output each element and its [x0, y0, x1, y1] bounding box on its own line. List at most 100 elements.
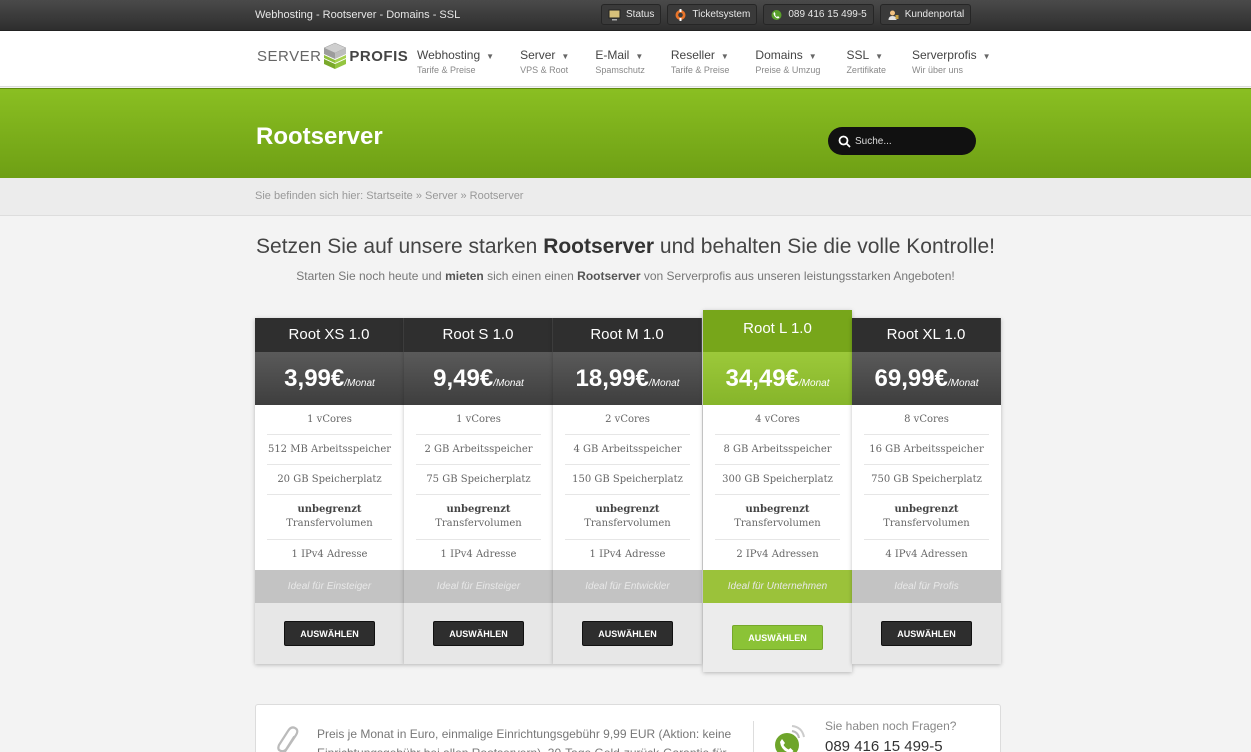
nav-item-email[interactable]: E-Mail ▼ Spamschutz	[595, 48, 645, 75]
phone-icon	[775, 725, 805, 752]
info-text: Preis je Monat in Euro, einmalige Einric…	[317, 727, 732, 752]
ticketsystem-link[interactable]: Ticketsystem	[667, 4, 758, 25]
nav-label: Server	[520, 48, 556, 62]
plan-name: Root L 1.0	[703, 310, 852, 352]
plan-name: Root S 1.0	[404, 318, 553, 352]
feature-ip: 1 IPv4 Adresse	[440, 549, 517, 560]
subline-text: Starten Sie noch heute und	[296, 269, 446, 283]
search-input[interactable]	[855, 135, 965, 147]
nav-sublabel: Zertifikate	[846, 65, 886, 75]
plan-price: 69,99€/Monat	[852, 352, 1001, 405]
caret-down-icon: ▼	[635, 52, 644, 61]
nav-item-serverprofis[interactable]: Serverprofis ▼ Wir über uns	[912, 48, 991, 75]
plan-price: 3,99€/Monat	[255, 352, 404, 405]
plan-card-root-s: Root S 1.0 9,49€/Monat 1 vCores 2 GB Arb…	[404, 318, 553, 664]
feature-ram: 512 MB Arbeitsspeicher	[267, 435, 392, 465]
plan-name: Root XL 1.0	[852, 318, 1001, 352]
headline-bold: Rootserver	[543, 235, 655, 258]
traffic-label: Transfervolumen	[734, 518, 821, 529]
breadcrumb-separator: »	[415, 190, 422, 202]
nav-item-reseller[interactable]: Reseller ▼ Tarife & Preise	[671, 48, 730, 75]
plan-tag: Ideal für Einsteiger	[255, 570, 404, 603]
traffic-bold: unbegrenzt	[297, 504, 362, 515]
caret-down-icon: ▼	[875, 52, 884, 61]
phone-link[interactable]: 089 416 15 499-5	[763, 4, 874, 25]
feature-traffic: unbegrenzt Transfervolumen	[267, 495, 392, 540]
feature-traffic: unbegrenzt Transfervolumen	[565, 495, 690, 540]
price-period: /Monat	[648, 378, 680, 389]
status-link-label: Status	[626, 9, 655, 20]
nav-label: SSL	[846, 48, 870, 62]
price-period: /Monat	[947, 378, 979, 389]
feature-traffic: unbegrenzt Transfervolumen	[715, 495, 840, 540]
caret-down-icon: ▼	[982, 52, 991, 61]
select-button[interactable]: AUSWÄHLEN	[582, 621, 673, 646]
select-button[interactable]: AUSWÄHLEN	[284, 621, 375, 646]
feature-traffic: unbegrenzt Transfervolumen	[416, 495, 541, 540]
breadcrumb-current: Rootserver	[469, 190, 524, 202]
nav-item-ssl[interactable]: SSL ▼ Zertifikate	[846, 48, 886, 75]
logo[interactable]: SERVER PROFIS	[257, 42, 408, 70]
info-phone-number[interactable]: 089 416 15 499-5	[825, 738, 943, 752]
feature-ram: 4 GB Arbeitsspeicher	[565, 435, 690, 465]
plan-tag: Ideal für Entwickler	[553, 570, 702, 603]
user-icon	[888, 10, 899, 20]
nav-label: Serverprofis	[911, 48, 977, 62]
select-button[interactable]: AUSWÄHLEN	[433, 621, 524, 646]
phone-icon	[771, 9, 782, 20]
traffic-label: Transfervolumen	[584, 518, 671, 529]
top-links: Status Ticketsystem 089 416 15 499-5 Kun…	[601, 4, 972, 25]
feature-ip: 2 IPv4 Adressen	[736, 549, 819, 560]
price-amount: 34,49€	[725, 365, 799, 392]
nav-label: Domains	[755, 48, 803, 62]
nav-label: Reseller	[670, 48, 715, 62]
subline-text: sich einen einen	[483, 269, 578, 283]
price-period: /Monat	[493, 378, 524, 389]
plan-footer: AUSWÄHLEN	[255, 603, 404, 664]
headline-text: Setzen Sie auf unsere starken	[256, 235, 544, 258]
plan-price: 9,49€/Monat	[404, 352, 553, 405]
lifebuoy-icon	[675, 8, 686, 21]
traffic-label: Transfervolumen	[286, 518, 373, 529]
info-box: Preis je Monat in Euro, einmalige Einric…	[255, 704, 1001, 752]
price-amount: 9,49€	[433, 365, 494, 392]
kundenportal-link[interactable]: Kundenportal	[879, 4, 972, 25]
plan-card-root-xs: Root XS 1.0 3,99€/Monat 1 vCores 512 MB …	[255, 318, 404, 664]
phone-link-label: 089 416 15 499-5	[788, 9, 867, 20]
info-question: Sie haben noch Fragen?	[825, 719, 957, 733]
subline-bold: mieten	[445, 269, 484, 283]
plan-card-root-l: Root L 1.0 34,49€/Monat 4 vCores 8 GB Ar…	[703, 310, 852, 672]
nav-sublabel: Tarife & Preise	[670, 65, 730, 75]
status-link[interactable]: Status	[601, 4, 662, 25]
breadcrumb: Sie befinden sich hier: Startseite » Ser…	[0, 178, 1251, 216]
plan-price: 18,99€/Monat	[553, 352, 702, 405]
plan-footer: AUSWÄHLEN	[553, 603, 702, 664]
feature-ip: 1 IPv4 Adresse	[589, 549, 666, 560]
traffic-label: Transfervolumen	[883, 518, 970, 529]
price-amount: 3,99€	[284, 365, 345, 392]
plan-tag: Ideal für Unternehmen	[703, 570, 852, 603]
nav-item-webhosting[interactable]: Webhosting ▼ Tarife & Preise	[417, 48, 494, 75]
traffic-bold: unbegrenzt	[595, 504, 660, 515]
header: SERVER PROFIS Webhosting ▼ Tarife & Preis…	[0, 31, 1251, 87]
feature-cores: 1 vCores	[267, 405, 392, 435]
main-nav: Webhosting ▼ Tarife & Preise Server ▼ VPS …	[417, 48, 1017, 75]
feature-ram: 2 GB Arbeitsspeicher	[416, 435, 541, 465]
plan-name: Root M 1.0	[553, 318, 702, 352]
ticketsystem-link-label: Ticketsystem	[692, 9, 751, 20]
logo-text-profis: PROFIS	[349, 47, 409, 65]
breadcrumb-prefix: Sie befinden sich hier:	[255, 190, 364, 202]
feature-cores: 8 vCores	[864, 405, 989, 435]
breadcrumb-startseite[interactable]: Startseite	[366, 190, 412, 202]
select-button[interactable]: AUSWÄHLEN	[732, 625, 823, 650]
breadcrumb-server[interactable]: Server	[425, 190, 457, 202]
feature-cores: 2 vCores	[565, 405, 690, 435]
caret-down-icon: ▼	[561, 52, 570, 61]
plan-card-root-xl: Root XL 1.0 69,99€/Monat 8 vCores 16 GB …	[852, 318, 1001, 664]
info-separator	[753, 721, 754, 752]
select-button[interactable]: AUSWÄHLEN	[881, 621, 972, 646]
feature-disk: 20 GB Speicherplatz	[267, 465, 392, 495]
nav-item-domains[interactable]: Domains ▼ Preise & Umzug	[755, 48, 820, 75]
search-box	[828, 127, 976, 155]
nav-item-server[interactable]: Server ▼ VPS & Root	[520, 48, 569, 75]
